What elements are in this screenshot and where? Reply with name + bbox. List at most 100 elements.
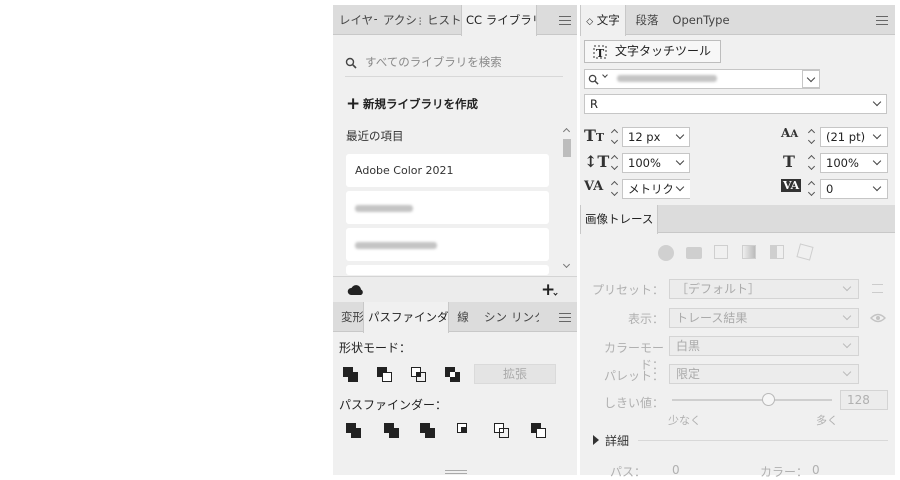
horizontal-scale-icon: T xyxy=(783,152,795,171)
threshold-more-label: 多く xyxy=(816,414,838,427)
library-item[interactable] xyxy=(346,265,549,275)
vertical-scale-icon: ↕T xyxy=(584,152,610,171)
panel-menu-icon[interactable] xyxy=(876,13,888,27)
vertical-scale-stepper[interactable] xyxy=(609,153,621,173)
merge-icon[interactable] xyxy=(420,423,436,439)
outline-icon[interactable] xyxy=(494,423,510,439)
details-expand-icon[interactable] xyxy=(593,435,599,445)
touch-type-tool-button[interactable]: 文字タッチツール T xyxy=(584,40,721,63)
trim-icon[interactable] xyxy=(384,423,400,439)
exclude-icon[interactable] xyxy=(445,367,461,383)
search-icon xyxy=(345,57,357,69)
vertical-scale-dropdown[interactable] xyxy=(672,154,690,172)
mode-select[interactable]: 白黒 xyxy=(669,336,859,356)
cloud-icon[interactable] xyxy=(347,284,365,296)
new-library-button[interactable]: 新規ライブラリを作成 xyxy=(363,96,478,112)
preset-label: プリセット： xyxy=(591,283,664,297)
libraries-tabbar: レイヤー アクショ ヒストリ CC ライブラリ xyxy=(333,5,577,36)
paths-label: パス： xyxy=(610,465,647,479)
add-content-chevron-icon[interactable] xyxy=(553,291,558,296)
threshold-slider-thumb[interactable] xyxy=(762,393,775,406)
libraries-panel: レイヤー アクショ ヒストリ CC ライブラリ すべてのライブラリを検索 + 新… xyxy=(333,5,577,303)
recent-heading: 最近の項目 xyxy=(346,129,404,143)
scroll-thumb[interactable] xyxy=(563,139,571,157)
leading-stepper[interactable] xyxy=(806,127,818,147)
tab-character-label: 文字 xyxy=(596,13,620,27)
grayscale-icon[interactable] xyxy=(742,245,756,259)
font-size-icon: TT xyxy=(584,126,605,145)
horizontal-scale-stepper[interactable] xyxy=(806,153,818,173)
preset-menu-icon[interactable] xyxy=(872,284,883,293)
touch-type-tool-label: 文字タッチツール xyxy=(615,44,712,58)
font-size-stepper[interactable] xyxy=(609,127,621,147)
threshold-slider-track[interactable] xyxy=(672,399,832,401)
library-item[interactable]: Adobe Color 2021 xyxy=(346,154,549,187)
tracking-icon: VA xyxy=(781,179,802,192)
library-scrollbar[interactable] xyxy=(561,125,573,275)
scroll-up-icon[interactable] xyxy=(562,127,571,136)
crop-icon[interactable] xyxy=(457,423,473,439)
kerning-dropdown[interactable] xyxy=(672,180,690,198)
minus-front-icon[interactable] xyxy=(377,367,393,383)
resize-grip[interactable] xyxy=(445,470,467,474)
search-icon xyxy=(588,74,599,85)
tab-actions[interactable]: アクショ xyxy=(379,5,421,35)
eye-icon[interactable] xyxy=(870,312,886,324)
expand-button[interactable]: 拡張 xyxy=(474,364,556,384)
tab-layers[interactable]: レイヤー xyxy=(335,5,377,35)
minus-back-icon[interactable] xyxy=(531,423,547,439)
intersect-icon[interactable] xyxy=(411,367,427,383)
divide-icon[interactable] xyxy=(346,423,362,439)
auto-color-icon[interactable] xyxy=(658,245,674,261)
camera-icon[interactable] xyxy=(686,247,702,259)
tracking-dropdown[interactable] xyxy=(869,180,887,198)
tab-opentype[interactable]: OpenType xyxy=(668,5,734,35)
character-tabbar: ◇ 文字 段落 OpenType xyxy=(580,5,895,36)
collapse-arrows-icon[interactable]: ◇ xyxy=(586,17,593,27)
tab-cc-libraries[interactable]: CC ライブラリ xyxy=(461,5,537,36)
tab-history[interactable]: ヒストリ xyxy=(423,5,463,35)
pathfinder-tabbar: 変形 パスファインダー 線 シン リンク xyxy=(333,302,577,333)
details-divider xyxy=(638,440,888,441)
font-style-field[interactable]: R xyxy=(584,94,887,114)
add-content-icon[interactable]: + xyxy=(541,280,555,300)
font-size-dropdown[interactable] xyxy=(672,128,690,146)
pathfinder-panel: 変形 パスファインダー 線 シン リンク 形状モード： 拡張 パスファインダー： xyxy=(333,302,577,475)
kerning-stepper[interactable] xyxy=(609,179,621,199)
image-trace-tabbar: 画像トレース xyxy=(580,205,895,234)
font-style-dropdown[interactable] xyxy=(869,95,887,113)
horizontal-scale-dropdown[interactable] xyxy=(869,154,887,172)
library-search-input[interactable]: すべてのライブラリを検索 xyxy=(365,54,555,70)
kerning-icon: VA xyxy=(584,179,604,194)
low-color-icon[interactable] xyxy=(714,245,728,259)
tab-symbols[interactable]: シン xyxy=(480,302,506,332)
threshold-input[interactable]: 128 xyxy=(840,390,888,410)
tab-links[interactable]: リンク xyxy=(507,302,539,332)
unite-icon[interactable] xyxy=(343,367,359,383)
tab-character[interactable]: ◇ 文字 xyxy=(580,5,626,36)
view-select[interactable]: トレース結果 xyxy=(669,308,859,328)
details-label[interactable]: 詳細 xyxy=(605,432,629,449)
palette-select[interactable]: 限定 xyxy=(669,364,859,384)
preset-select[interactable]: ［デフォルト］ xyxy=(669,279,859,299)
leading-dropdown[interactable] xyxy=(869,128,887,146)
tab-transform[interactable]: 変形 xyxy=(337,302,363,332)
tab-stroke[interactable]: 線 xyxy=(453,302,473,332)
tab-image-trace[interactable]: 画像トレース xyxy=(580,205,658,234)
chevron-down-icon[interactable] xyxy=(602,72,608,78)
tracking-stepper[interactable] xyxy=(806,179,818,199)
scroll-down-icon[interactable] xyxy=(562,260,571,269)
font-family-dropdown[interactable] xyxy=(802,70,820,88)
panel-menu-icon[interactable] xyxy=(559,310,571,324)
image-trace-panel: 画像トレース プリセット： ［デフォルト］ 表示： トレース結果 カラーモード：… xyxy=(580,205,895,479)
character-panel: ◇ 文字 段落 OpenType 文字タッチツール T R TT 12 px A… xyxy=(580,5,895,205)
library-item[interactable] xyxy=(346,228,549,261)
tab-pathfinder[interactable]: パスファインダー xyxy=(363,302,449,333)
panel-menu-icon[interactable] xyxy=(559,13,571,27)
tab-paragraph[interactable]: 段落 xyxy=(628,5,666,35)
library-item[interactable] xyxy=(346,191,549,224)
font-family-field[interactable] xyxy=(584,69,820,89)
shape-modes-label: 形状モード： xyxy=(339,341,412,355)
outline-preset-icon[interactable] xyxy=(796,243,814,261)
black-white-icon[interactable] xyxy=(770,245,784,259)
